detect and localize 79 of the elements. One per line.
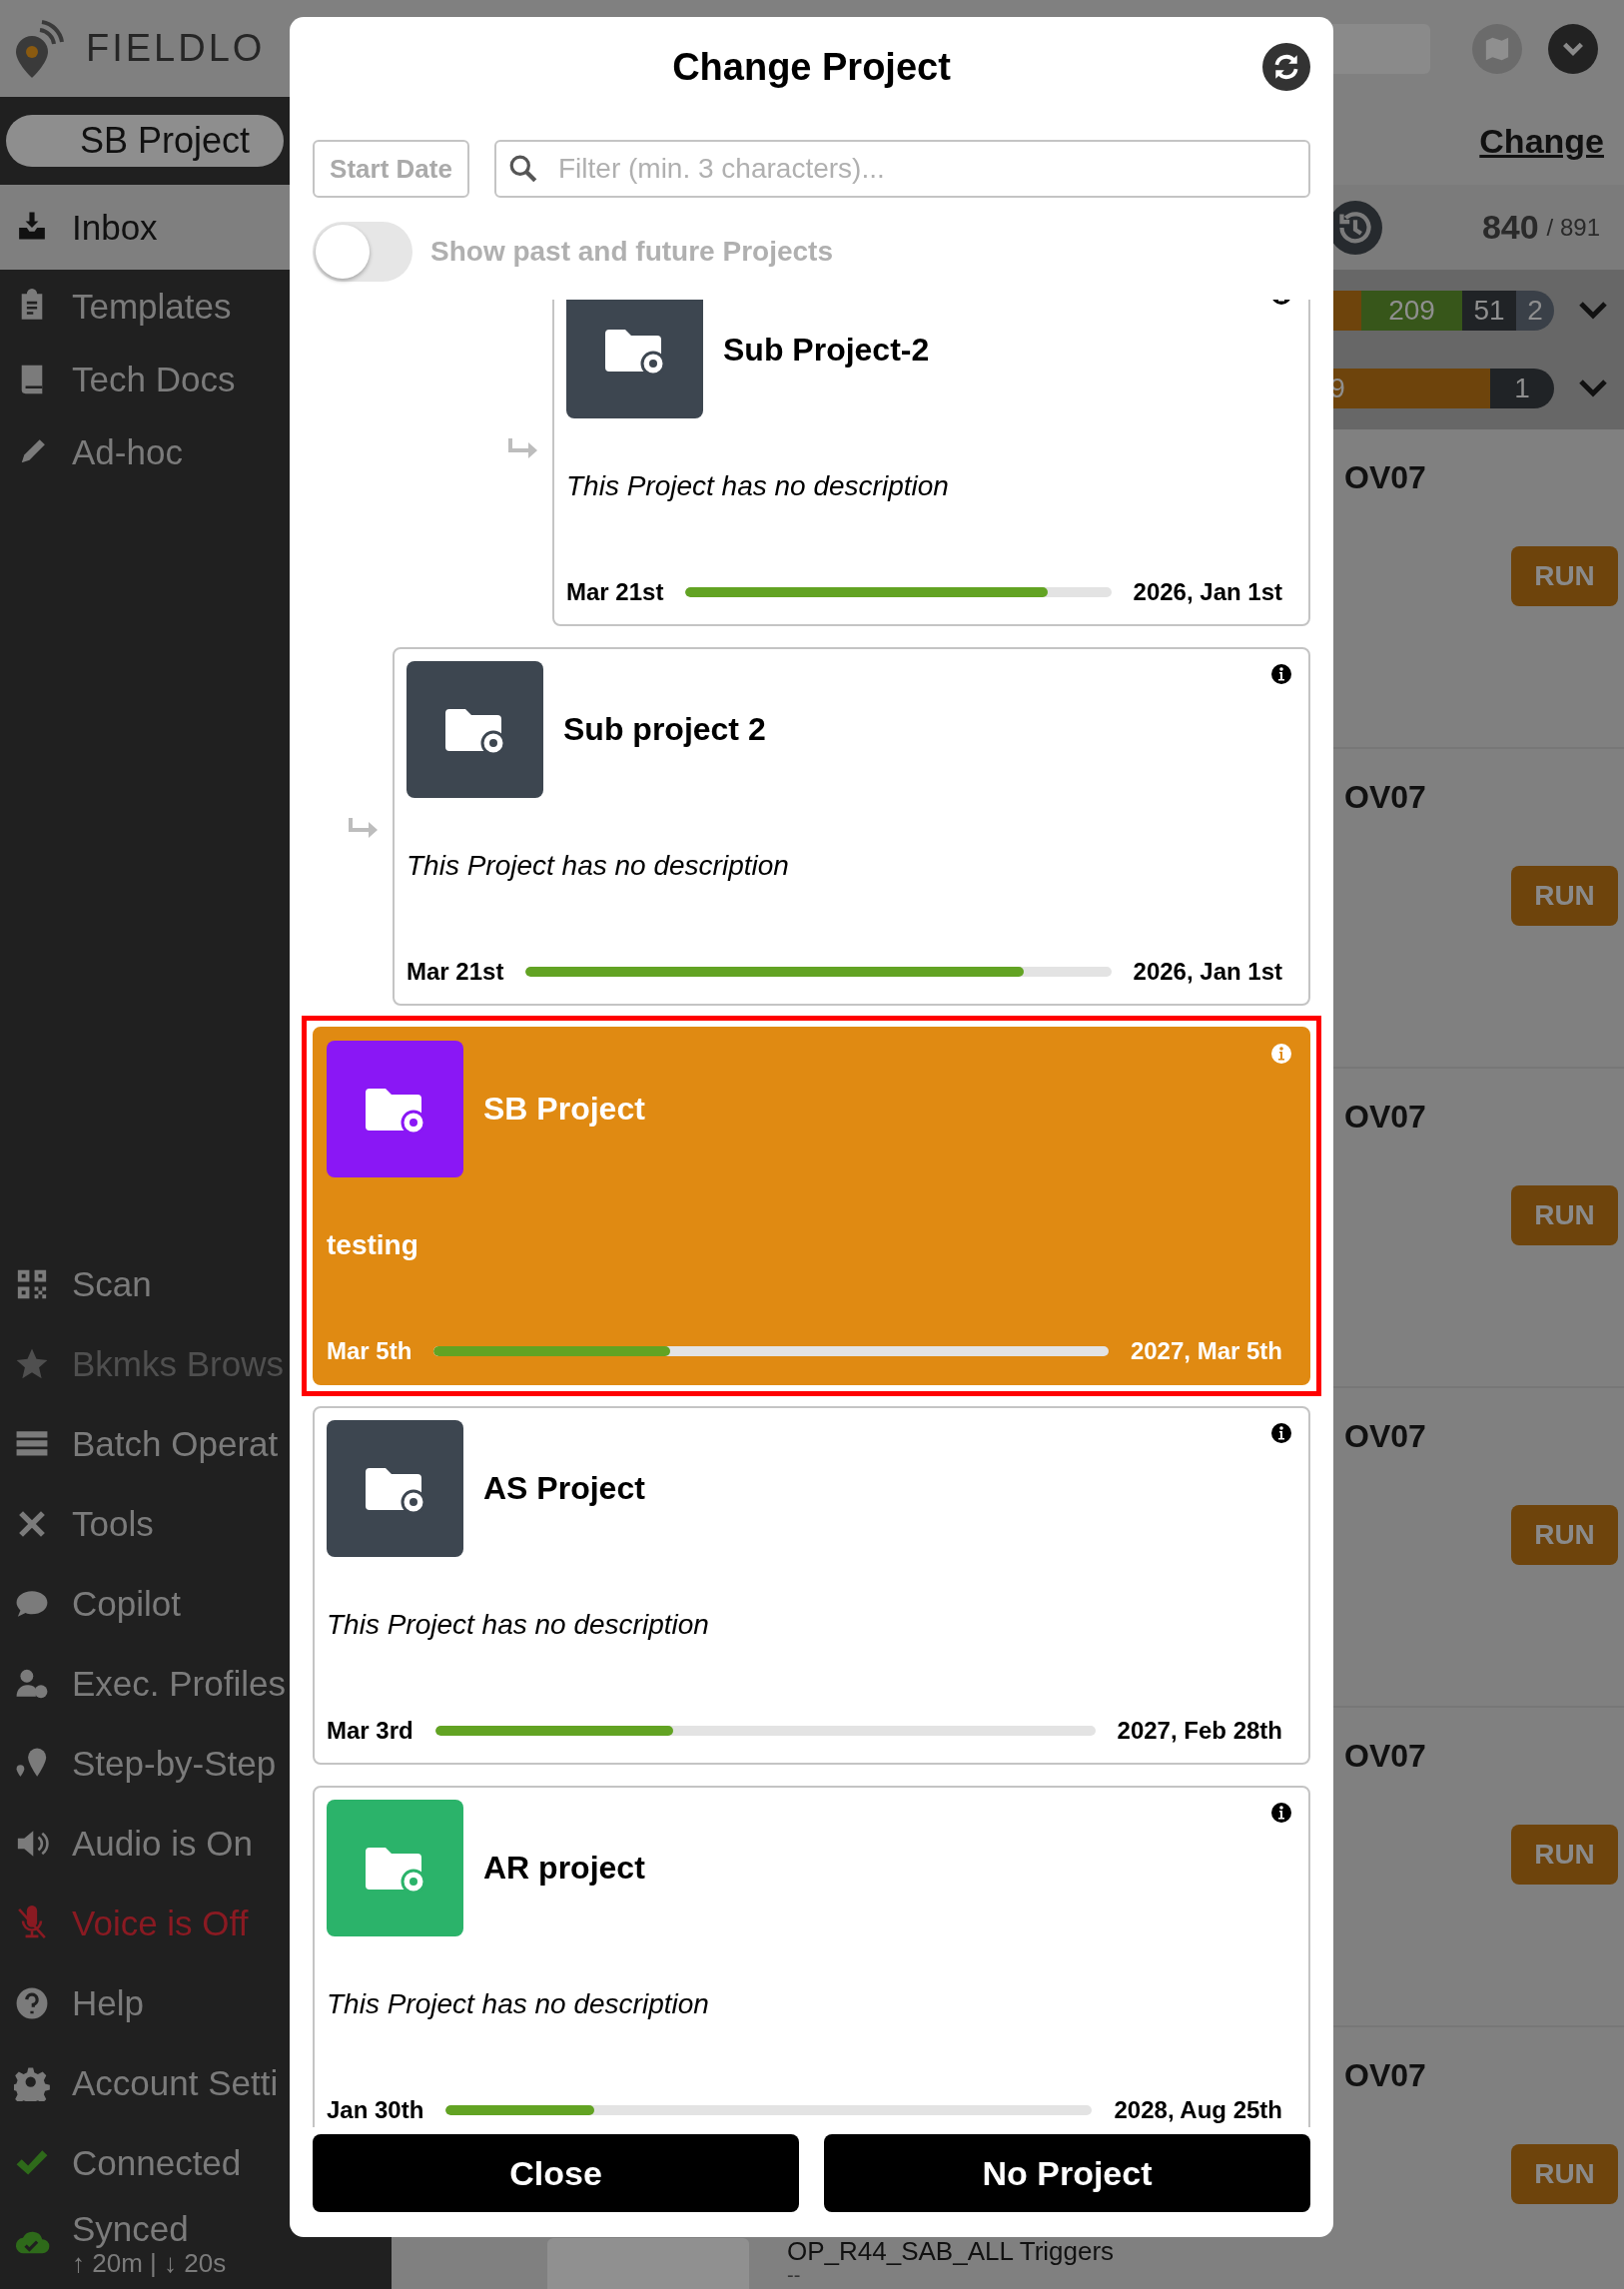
- run-button[interactable]: RUN: [1511, 546, 1618, 606]
- bar-segment: 51: [1462, 291, 1516, 331]
- sidebar-item[interactable]: Exec. Profiles: [0, 1644, 290, 1724]
- end-date: 2026, Jan 1st: [1133, 578, 1282, 606]
- sidebar-item[interactable]: Templates: [0, 270, 290, 343]
- sidebar-item[interactable]: Help: [0, 1963, 290, 2043]
- sidebar-item[interactable]: Tools: [0, 1484, 290, 1564]
- end-date: 2027, Mar 5th: [1130, 1337, 1282, 1365]
- run-button[interactable]: RUN: [1511, 866, 1618, 926]
- item-title: OV07: [1344, 459, 1426, 496]
- run-button[interactable]: RUN: [1511, 2144, 1618, 2204]
- start-date-button[interactable]: Start Date: [313, 140, 469, 198]
- project-card[interactable]: Sub Project-2 This Project has no description Mar 21st 2026, Jan 1st: [552, 300, 1310, 626]
- project-card[interactable]: AS Project This Project has no description Mar 3rd 2027, Feb 28th: [313, 1406, 1310, 1765]
- project-title: SB Project: [483, 1091, 645, 1128]
- meta-text: --: [787, 2265, 801, 2287]
- bar-segment: 2: [1516, 291, 1554, 331]
- sidebar-item[interactable]: Copilot: [0, 1564, 290, 1644]
- end-date: 2028, Aug 25th: [1114, 2096, 1282, 2124]
- end-date: 2027, Feb 28th: [1117, 1717, 1282, 1745]
- count-text: 840: [1481, 208, 1539, 247]
- item-title: OV07: [1344, 2057, 1426, 2094]
- item-title: OV07: [1344, 1738, 1426, 1775]
- run-button[interactable]: RUN: [1511, 1825, 1618, 1885]
- item-title: OV07: [1344, 779, 1426, 816]
- run-button[interactable]: RUN: [1511, 1185, 1618, 1245]
- project-card[interactable]: SB Project testing Mar 5th 2027, Mar 5th: [313, 1027, 1310, 1385]
- app-name: FIELDLO: [86, 27, 266, 70]
- bar-segment: 209: [1361, 291, 1462, 331]
- project-title: Sub Project-2: [723, 332, 930, 369]
- project-title: Sub project 2: [563, 711, 766, 748]
- start-date: Mar 21st: [566, 578, 664, 606]
- start-date: Jan 30th: [327, 2096, 424, 2124]
- trigger-name: OP_R44_SAB_ALL Triggers: [787, 2238, 1115, 2266]
- project-description: This Project has no description: [327, 1609, 710, 1641]
- item-title: OV07: [1344, 1418, 1426, 1455]
- project-title: AS Project: [483, 1470, 645, 1507]
- sidebar-icon: [14, 1985, 50, 2021]
- sidebar-item[interactable]: Batch Operat: [0, 1404, 290, 1484]
- sidebar-item[interactable]: Scan: [0, 1244, 290, 1324]
- sidebar-icon: [14, 2065, 50, 2101]
- toggle-label: Show past and future Projects: [430, 236, 833, 268]
- project-card[interactable]: AR project This Project has no description Jan 30th 2028, Aug 25th: [313, 1786, 1310, 2127]
- end-date: 2026, Jan 1st: [1133, 958, 1282, 986]
- project-description: This Project has no description: [327, 1988, 710, 2020]
- start-date: Mar 5th: [327, 1337, 412, 1365]
- project-card[interactable]: Sub project 2 This Project has no description Mar 21st 2026, Jan 1st: [393, 647, 1310, 1006]
- total-text: / 891: [1546, 213, 1600, 242]
- subitem-arrow-icon: [507, 435, 539, 458]
- dropdown-button[interactable]: [1548, 23, 1598, 74]
- sidebar-item[interactable]: Audio is On: [0, 1804, 290, 1884]
- chevron-icon[interactable]: [1578, 379, 1608, 398]
- close-button[interactable]: Close: [313, 2134, 799, 2212]
- toggle-switch[interactable]: [313, 222, 412, 282]
- project-title: AR project: [483, 1850, 645, 1887]
- change-link[interactable]: Change: [1479, 121, 1604, 161]
- bar-segment: 1: [1490, 369, 1554, 408]
- sidebar-item[interactable]: Account Setti: [0, 2043, 290, 2123]
- sidebar-item[interactable]: Tech Docs: [0, 343, 290, 415]
- sidebar-item[interactable]: Connected: [0, 2123, 290, 2203]
- sidebar-item[interactable]: Synced ↑ 20m | ↓ 20s: [0, 2203, 290, 2283]
- project-description: This Project has no description: [566, 470, 950, 502]
- dialog-title: Change Project: [672, 45, 951, 89]
- project-description: This Project has no description: [406, 850, 790, 882]
- sidebar-item[interactable]: Step-by-Step: [0, 1724, 290, 1804]
- sidebar-item[interactable]: Ad-hoc: [0, 415, 290, 488]
- filter-field[interactable]: Filter (min. 3 characters)...: [494, 140, 1310, 198]
- refresh-button[interactable]: [1262, 43, 1310, 91]
- start-date: Mar 21st: [406, 958, 504, 986]
- project-selector[interactable]: SB Project: [6, 115, 284, 167]
- no-project-button[interactable]: No Project: [824, 2134, 1310, 2212]
- subitem-arrow-icon: [348, 815, 380, 838]
- run-button[interactable]: RUN: [1511, 1505, 1618, 1565]
- project-description: testing: [327, 1229, 419, 1261]
- start-date: Mar 3rd: [327, 1717, 413, 1745]
- item-title: OV07: [1344, 1099, 1426, 1136]
- sidebar-item[interactable]: Inbox: [0, 185, 290, 270]
- map-icon: [1484, 35, 1510, 62]
- chevron-icon[interactable]: [1578, 301, 1608, 321]
